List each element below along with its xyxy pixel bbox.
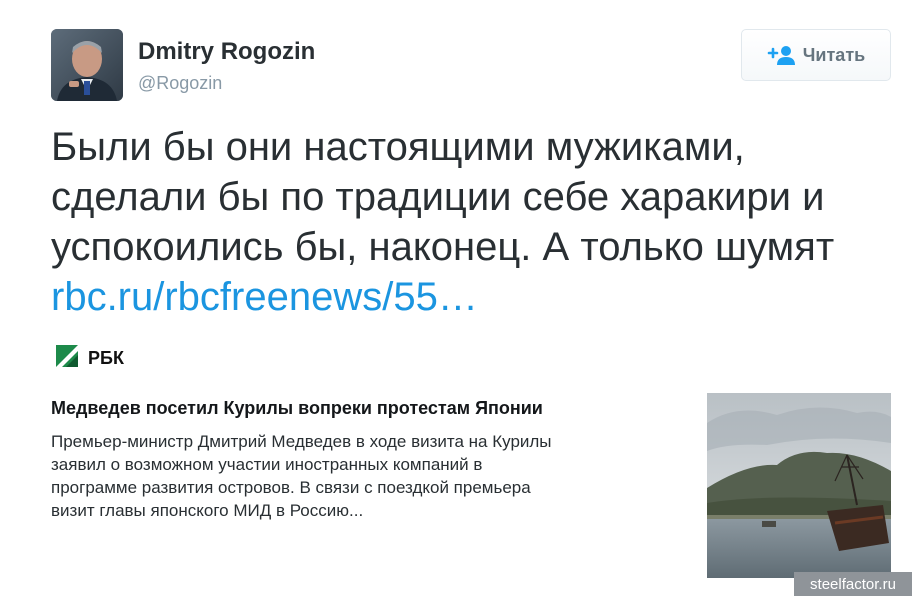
profile-avatar[interactable] (51, 29, 123, 101)
follow-button-label: Читать (802, 44, 866, 65)
tweet-line: сделали бы по традиции себе харакири и (51, 175, 825, 219)
tweet-link[interactable]: rbc.ru/rbcfreenews/55… (51, 272, 906, 322)
user-handle[interactable]: @Rogozin (138, 73, 222, 94)
card-description-line: заявил о возможном участии иностранных к… (51, 455, 483, 474)
tweet-line: Были бы они настоящими мужиками, (51, 125, 745, 169)
card-source[interactable]: РБК (56, 344, 124, 372)
card-source-name: РБК (88, 347, 124, 368)
card-thumbnail[interactable] (707, 393, 891, 578)
display-name[interactable]: Dmitry Rogozin (138, 38, 315, 66)
follow-person-plus-icon (767, 45, 795, 65)
avatar-photo (51, 29, 123, 101)
card-description-line: визит главы японского МИД в Россию... (51, 501, 364, 520)
card-description-line: программе развития островов. В связи с п… (51, 478, 531, 497)
card-description: Премьер-министр Дмитрий Медведев в ходе … (51, 430, 691, 522)
rbc-logo-icon (56, 344, 78, 372)
card-title[interactable]: Медведев посетил Курилы вопреки протеста… (51, 398, 691, 419)
card-description-line: Премьер-министр Дмитрий Медведев в ходе … (51, 432, 552, 451)
shipwreck-photo (707, 393, 891, 578)
tweet-line: успокоились бы, наконец. А только шумят (51, 225, 835, 269)
watermark: steelfactor.ru (794, 572, 912, 596)
tweet-text: Были бы они настоящими мужиками, сделали… (51, 122, 906, 322)
follow-button[interactable]: Читать (741, 29, 891, 81)
